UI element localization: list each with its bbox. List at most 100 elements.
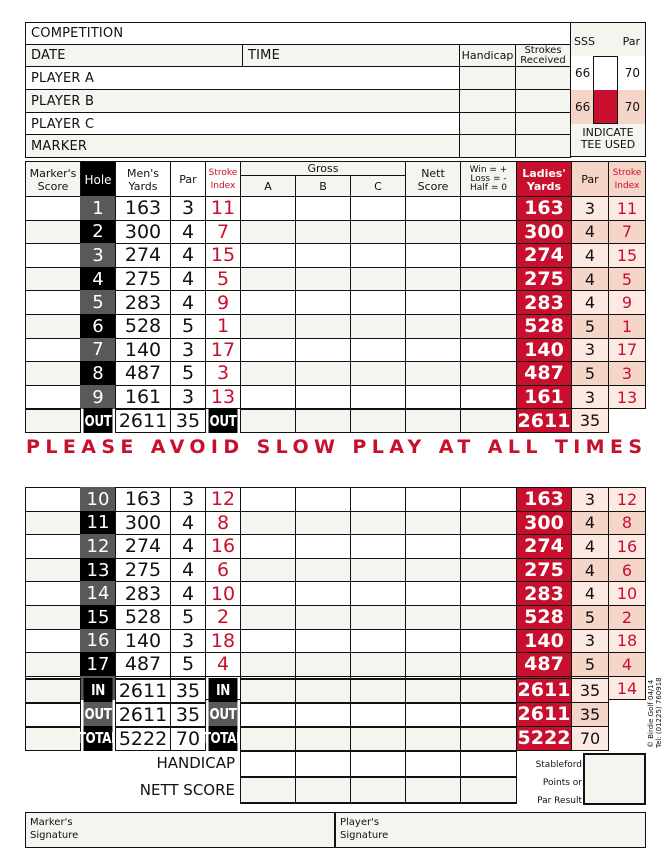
time-field[interactable]: TIME	[242, 44, 460, 67]
win-loss-input[interactable]	[460, 196, 517, 221]
win-loss-input[interactable]	[460, 628, 517, 654]
gross-b-input[interactable]	[295, 266, 351, 292]
player-name-field[interactable]: PLAYER A	[25, 66, 460, 90]
win-loss-input[interactable]	[460, 314, 517, 339]
gross-b-input[interactable]	[295, 361, 351, 386]
gross-c-input[interactable]	[350, 314, 406, 339]
handicap-nett-input[interactable]	[405, 750, 461, 777]
win-loss-input[interactable]	[460, 337, 517, 363]
gross-b-input[interactable]	[295, 384, 351, 410]
gross-c-input[interactable]	[350, 243, 406, 268]
handicap-b-input[interactable]	[295, 750, 351, 777]
markers-score-input[interactable]	[25, 652, 81, 677]
gross-a-input[interactable]	[240, 628, 296, 654]
nett-score-input[interactable]	[405, 487, 461, 512]
gross-a-input[interactable]	[240, 487, 296, 512]
nett-score-input[interactable]	[405, 581, 461, 606]
nett-score-input[interactable]	[405, 534, 461, 559]
gross-c-input[interactable]	[350, 361, 406, 386]
gross-b-input[interactable]	[295, 243, 351, 268]
handicap-input[interactable]	[459, 66, 516, 90]
nett-score-total-input[interactable]	[405, 408, 461, 433]
gross-b-input[interactable]	[295, 534, 351, 559]
competition-field[interactable]: COMPETITION	[25, 22, 571, 45]
handicap-win-input[interactable]	[460, 750, 517, 777]
markers-score-input[interactable]	[25, 628, 81, 654]
gross-a-total-input[interactable]	[240, 678, 296, 703]
win-loss-input[interactable]	[460, 290, 517, 315]
win-loss-input[interactable]	[460, 384, 517, 410]
gross-c-input[interactable]	[350, 266, 406, 292]
markers-score-total-input[interactable]	[25, 702, 81, 727]
stableford-box[interactable]	[583, 753, 646, 805]
gross-c-input[interactable]	[350, 487, 406, 512]
gross-b-total-input[interactable]	[295, 702, 351, 727]
gross-b-input[interactable]	[295, 652, 351, 677]
nett-score-input[interactable]	[405, 605, 461, 630]
tee-indicator-white[interactable]	[593, 56, 618, 90]
win-loss-total-input[interactable]	[460, 678, 517, 703]
gross-a-input[interactable]	[240, 219, 296, 245]
nett-score-input[interactable]	[405, 384, 461, 410]
gross-b-input[interactable]	[295, 605, 351, 630]
gross-b-total-input[interactable]	[295, 678, 351, 703]
date-field[interactable]: DATE	[25, 44, 243, 67]
win-loss-input[interactable]	[460, 605, 517, 630]
markers-score-input[interactable]	[25, 487, 81, 512]
gross-b-total-input[interactable]	[295, 726, 351, 751]
gross-c-input[interactable]	[350, 581, 406, 606]
win-loss-input[interactable]	[460, 581, 517, 606]
gross-a-input[interactable]	[240, 557, 296, 583]
gross-a-input[interactable]	[240, 337, 296, 363]
win-loss-input[interactable]	[460, 266, 517, 292]
gross-c-input[interactable]	[350, 628, 406, 654]
gross-a-total-input[interactable]	[240, 702, 296, 727]
markers-signature-box[interactable]: Marker's Signature	[25, 812, 335, 848]
nett-score-input[interactable]	[405, 219, 461, 245]
win-loss-input[interactable]	[460, 557, 517, 583]
nett-score-b-input[interactable]	[295, 776, 351, 803]
gross-b-input[interactable]	[295, 290, 351, 315]
gross-c-input[interactable]	[350, 510, 406, 536]
win-loss-total-input[interactable]	[460, 726, 517, 751]
strokes-received-input[interactable]	[515, 112, 571, 136]
gross-a-total-input[interactable]	[240, 408, 296, 433]
players-signature-box[interactable]: Player's Signature	[335, 812, 646, 848]
markers-score-input[interactable]	[25, 361, 81, 386]
markers-score-input[interactable]	[25, 510, 81, 536]
gross-c-total-input[interactable]	[350, 726, 406, 751]
strokes-received-input[interactable]	[515, 134, 571, 158]
handicap-a-input[interactable]	[240, 750, 296, 777]
gross-c-total-input[interactable]	[350, 408, 406, 433]
win-loss-input[interactable]	[460, 510, 517, 536]
markers-score-input[interactable]	[25, 266, 81, 292]
nett-score-input[interactable]	[405, 337, 461, 363]
gross-a-input[interactable]	[240, 605, 296, 630]
markers-score-total-input[interactable]	[25, 678, 81, 703]
nett-score-input[interactable]	[405, 314, 461, 339]
gross-a-input[interactable]	[240, 243, 296, 268]
gross-a-input[interactable]	[240, 652, 296, 677]
gross-b-input[interactable]	[295, 487, 351, 512]
gross-c-input[interactable]	[350, 196, 406, 221]
gross-a-input[interactable]	[240, 510, 296, 536]
win-loss-total-input[interactable]	[460, 408, 517, 433]
gross-a-input[interactable]	[240, 384, 296, 410]
markers-score-input[interactable]	[25, 534, 81, 559]
nett-score-input[interactable]	[405, 652, 461, 677]
player-name-field[interactable]: PLAYER B	[25, 89, 460, 113]
gross-c-input[interactable]	[350, 534, 406, 559]
win-loss-input[interactable]	[460, 219, 517, 245]
nett-score-a-input[interactable]	[240, 776, 296, 803]
nett-score-win-input[interactable]	[460, 776, 517, 803]
nett-score-input[interactable]	[405, 510, 461, 536]
gross-b-input[interactable]	[295, 219, 351, 245]
handicap-input[interactable]	[459, 134, 516, 158]
nett-score-total-input[interactable]	[405, 702, 461, 727]
win-loss-input[interactable]	[460, 652, 517, 677]
gross-b-input[interactable]	[295, 510, 351, 536]
player-name-field[interactable]: MARKER	[25, 134, 460, 158]
markers-score-input[interactable]	[25, 314, 81, 339]
gross-a-input[interactable]	[240, 581, 296, 606]
markers-score-total-input[interactable]	[25, 726, 81, 751]
